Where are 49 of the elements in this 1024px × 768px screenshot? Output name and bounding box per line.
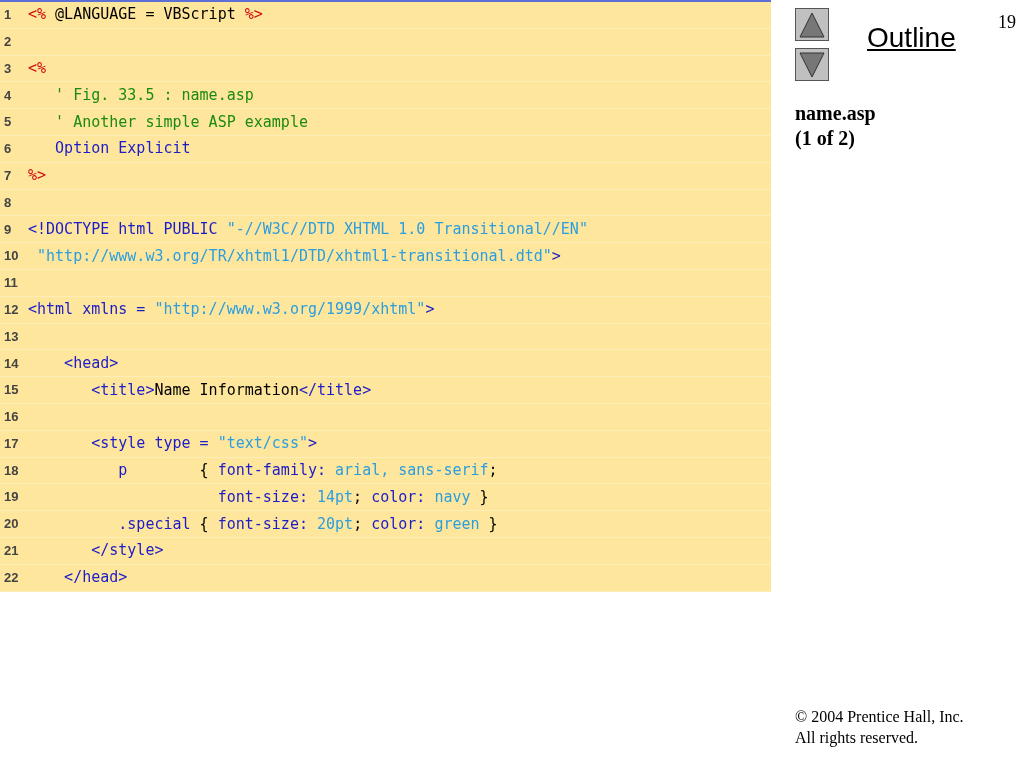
code-line: <head> — [63, 355, 119, 371]
rights-text: All rights reserved. — [795, 728, 920, 748]
next-slide-button[interactable] — [795, 48, 829, 81]
line-number: 6 — [3, 140, 13, 159]
code-line: <style type = "text/css"> — [90, 436, 317, 452]
line-number: 3 — [3, 59, 13, 78]
outline-link[interactable]: Outline — [867, 24, 956, 52]
line-number: 4 — [3, 86, 13, 105]
code-line: <% — [28, 61, 47, 76]
line-number: 11 — [3, 274, 19, 293]
code-line: .special { font-size: 20pt; color: green } — [117, 516, 498, 532]
file-name: name.asp — [795, 101, 877, 126]
code-line: font-size: 14pt; color: navy } — [216, 489, 489, 505]
code-line: Option Explicit — [54, 141, 191, 157]
line-number: 17 — [3, 434, 20, 453]
code-line: ' Another simple ASP example — [54, 114, 308, 130]
down-triangle-icon — [799, 51, 825, 78]
code-line: <!DOCTYPE html PUBLIC "-//W3C//DTD XHTML 1.0 Transitional//EN" — [28, 221, 588, 237]
code-line: <html xmlns = "http://www.w3.org/1999/xhtml"> — [28, 302, 435, 318]
line-number: 14 — [3, 354, 20, 373]
line-number: 15 — [3, 381, 20, 400]
previous-slide-button[interactable] — [795, 8, 829, 41]
code-line: </head> — [63, 570, 128, 586]
line-number: 7 — [3, 166, 13, 185]
line-number: 8 — [3, 193, 13, 212]
line-number: 1 — [3, 6, 13, 25]
code-line: %> — [28, 168, 47, 184]
copyright-text: © 2004 Prentice Hall, Inc. — [795, 707, 965, 727]
line-number: 10 — [3, 247, 20, 266]
line-number: 2 — [3, 32, 13, 51]
code-line: "http://www.w3.org/TR/xhtml1/DTD/xhtml1-transitional.dtd"> — [36, 248, 561, 264]
code-line: </style> — [90, 543, 164, 559]
line-number: 19 — [3, 488, 20, 507]
line-number: 5 — [3, 113, 13, 132]
line-number: 21 — [3, 542, 20, 561]
code-line: <% @LANGUAGE = VBScript %> — [28, 7, 263, 23]
line-number: 12 — [3, 300, 20, 319]
line-number: 16 — [3, 408, 20, 427]
line-number: 9 — [3, 220, 13, 239]
code-line: ' Fig. 33.5 : name.asp — [54, 87, 254, 103]
up-triangle-icon — [799, 11, 825, 38]
line-number: 20 — [3, 515, 20, 534]
code-line: p { font-family: arial, sans-serif; — [117, 462, 498, 478]
line-number: 18 — [3, 461, 20, 480]
page-indicator: (1 of 2) — [795, 126, 856, 151]
line-number: 22 — [3, 568, 20, 587]
code-line: <title>Name Information</title> — [90, 382, 372, 398]
line-number: 13 — [3, 327, 20, 346]
slide-number: 19 — [998, 11, 1016, 34]
